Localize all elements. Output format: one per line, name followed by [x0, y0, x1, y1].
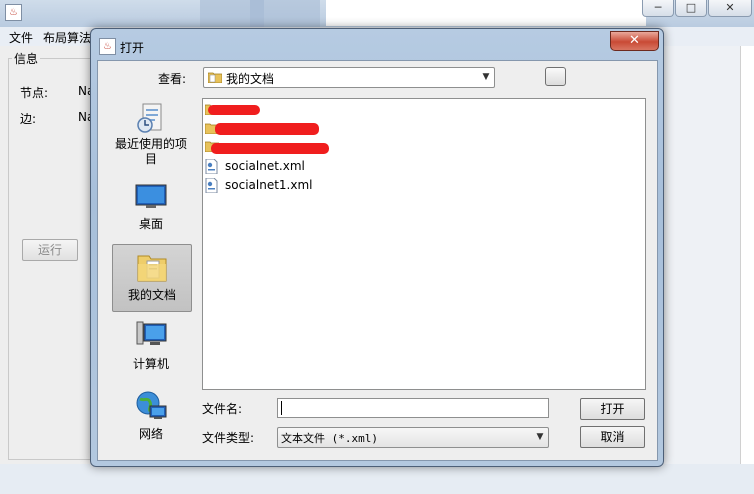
- documents-folder-icon: [208, 72, 222, 83]
- redaction-mark: [211, 143, 329, 154]
- maximize-button[interactable]: □: [675, 0, 707, 17]
- java-app-icon: ♨: [99, 38, 116, 55]
- list-item-folder[interactable]: [205, 121, 345, 138]
- window-controls: ─ □ ✕: [642, 0, 752, 17]
- right-edge-panel: [740, 46, 754, 494]
- network-icon: [134, 389, 168, 423]
- open-file-dialog: ♨ 打开 ✕ 查看: 我的文档 ▼ 最近使用的项目 桌面 我的文档 计算机 网络…: [90, 28, 664, 467]
- run-button[interactable]: 运行: [22, 239, 78, 261]
- node-label: 节点:: [20, 86, 49, 100]
- list-item-folder[interactable]: [205, 102, 325, 119]
- computer-icon: [134, 319, 168, 353]
- xml-file-icon: [205, 178, 218, 193]
- title-bar-decoration: [250, 0, 264, 27]
- minimize-button[interactable]: ─: [642, 0, 674, 17]
- look-in-label: 查看:: [158, 72, 187, 86]
- file-type-label: 文件类型:: [202, 431, 255, 445]
- open-button[interactable]: 打开: [580, 398, 645, 420]
- chevron-down-icon[interactable]: ▼: [532, 428, 548, 447]
- dialog-content: 查看: 我的文档 ▼ 最近使用的项目 桌面 我的文档 计算机 网络 social…: [97, 60, 658, 461]
- list-item-folder[interactable]: [205, 139, 345, 156]
- cancel-button[interactable]: 取消: [580, 426, 645, 448]
- place-label: 最近使用的项目: [114, 137, 187, 166]
- edge-label: 边:: [20, 112, 37, 126]
- text-caret: [281, 401, 282, 415]
- file-name: socialnet.xml: [225, 159, 305, 173]
- menu-layout-algorithm[interactable]: 布局算法: [43, 29, 91, 46]
- java-app-icon: ♨: [5, 4, 22, 21]
- close-button[interactable]: ✕: [708, 0, 752, 17]
- place-computer[interactable]: 计算机: [112, 314, 190, 380]
- places-bar: 最近使用的项目 桌面 我的文档 计算机 网络: [112, 94, 192, 454]
- place-label: 网络: [138, 427, 163, 441]
- place-my-documents[interactable]: 我的文档: [112, 244, 192, 312]
- file-type-combo[interactable]: 文本文件 (*.xml) ▼: [277, 427, 549, 448]
- dialog-close-button[interactable]: ✕: [610, 31, 659, 51]
- redaction-mark: [215, 123, 319, 135]
- title-bar-blank-area: [326, 0, 646, 26]
- documents-folder-icon: [135, 250, 169, 284]
- file-name-label: 文件名:: [202, 402, 243, 416]
- recent-items-icon: [134, 101, 168, 135]
- dialog-title: 打开: [120, 41, 145, 55]
- place-network[interactable]: 网络: [112, 384, 190, 450]
- xml-file-icon: [205, 159, 218, 174]
- menu-file[interactable]: 文件: [9, 29, 33, 46]
- file-list[interactable]: socialnet.xml socialnet1.xml: [202, 98, 646, 390]
- place-label: 计算机: [132, 357, 169, 371]
- place-label: 桌面: [138, 217, 163, 231]
- redaction-mark: [208, 105, 260, 115]
- look-in-combo[interactable]: 我的文档 ▼: [203, 67, 495, 88]
- new-folder-button[interactable]: [545, 67, 566, 86]
- file-type-value: 文本文件 (*.xml): [281, 432, 378, 445]
- place-desktop[interactable]: 桌面: [112, 174, 190, 240]
- place-label: 我的文档: [127, 288, 176, 302]
- desktop-icon: [134, 179, 168, 213]
- file-name: socialnet1.xml: [225, 178, 313, 192]
- look-in-value: 我的文档: [226, 72, 275, 86]
- place-recent-items[interactable]: 最近使用的项目: [112, 96, 190, 170]
- bottom-area: [0, 464, 754, 494]
- file-name-field[interactable]: [277, 398, 549, 418]
- info-panel-title: 信息: [12, 50, 41, 67]
- chevron-down-icon[interactable]: ▼: [478, 68, 494, 87]
